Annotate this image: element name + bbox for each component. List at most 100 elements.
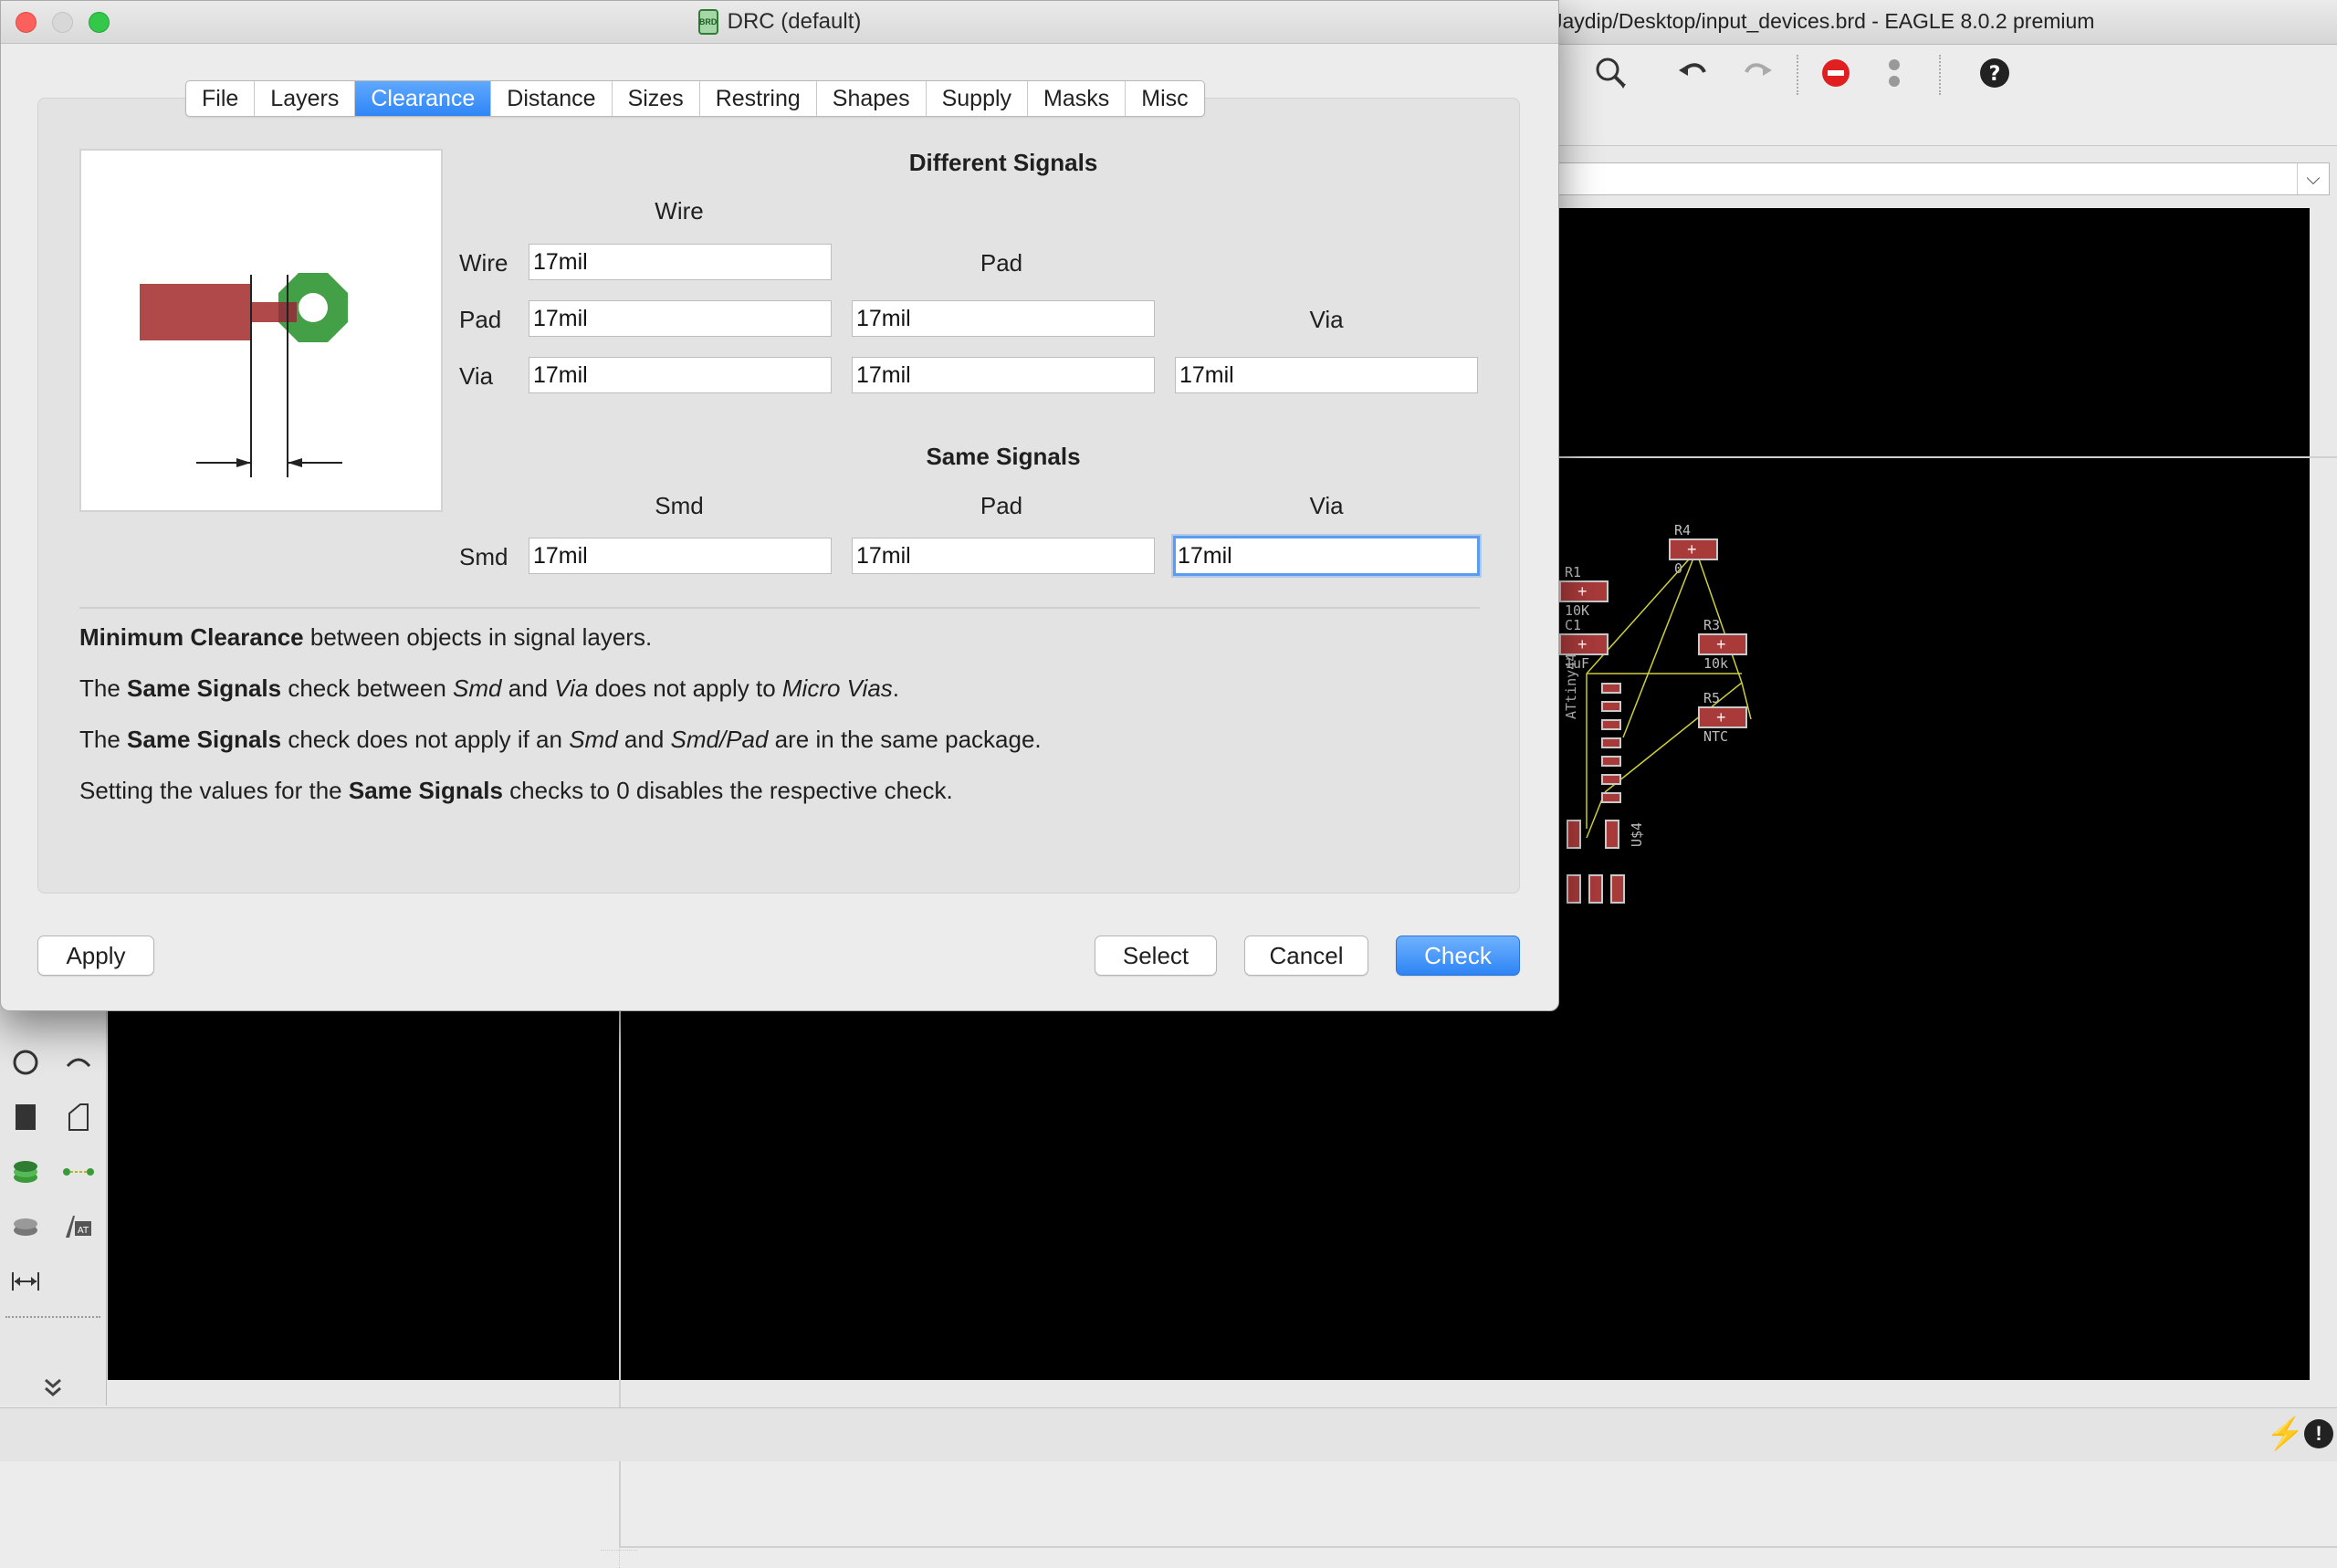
tab-supply[interactable]: Supply <box>927 81 1029 116</box>
attribute-tool-icon[interactable]: AT <box>58 1207 99 1247</box>
zoom-icon[interactable] <box>1588 55 1634 91</box>
part-value-label: 0 <box>1674 560 1683 577</box>
note-italic-text: Via <box>554 674 589 702</box>
header-pad[interactable] <box>1605 820 1619 849</box>
section-divider <box>79 607 1480 609</box>
column-header-pad: Pad <box>980 249 1023 277</box>
clearance-preview-image <box>79 149 443 512</box>
ic-name-label: ATtiny44 <box>1563 653 1579 719</box>
tab-restring[interactable]: Restring <box>700 81 817 116</box>
dimension-tool-icon[interactable] <box>5 1261 46 1301</box>
wire-wire-clearance-input[interactable] <box>529 244 832 280</box>
cancel-button[interactable]: Cancel <box>1244 936 1368 976</box>
part-name-label: R5 <box>1703 690 1721 706</box>
via-via-clearance-input[interactable] <box>1175 357 1478 393</box>
tab-clearance[interactable]: Clearance <box>355 81 492 116</box>
layers-gray-icon[interactable] <box>5 1207 46 1247</box>
circle-tool-icon[interactable] <box>5 1042 46 1082</box>
pad-pad-clearance-input[interactable] <box>852 300 1155 337</box>
select-button[interactable]: Select <box>1095 936 1217 976</box>
chevron-down-icon[interactable]: ⌵ <box>2297 163 2329 194</box>
help-icon[interactable]: ? <box>1972 55 2017 91</box>
main-window-title: Jaydip/Desktop/input_devices.brd - EAGLE… <box>1552 9 2095 33</box>
note-text: The <box>79 726 128 753</box>
check-button[interactable]: Check <box>1396 936 1520 976</box>
ic-pad[interactable] <box>1601 701 1621 712</box>
column-header-via: Via <box>1309 492 1344 519</box>
note-bold-text: Same Signals <box>127 674 282 702</box>
row-label-smd: Smd <box>459 543 508 570</box>
note-text: . <box>892 674 900 702</box>
expand-more-icon[interactable] <box>33 1367 73 1407</box>
status-bar: ⚡ ! <box>0 1407 2337 1461</box>
connector-name-label: U$4 <box>1629 821 1645 847</box>
ic-pad[interactable] <box>1601 719 1621 730</box>
via-wire-clearance-input[interactable] <box>529 357 832 393</box>
note-italic-text: Smd/Pad <box>670 726 769 753</box>
toolbar-separator <box>5 1316 100 1318</box>
row-label-via: Via <box>459 362 494 390</box>
tab-layers[interactable]: Layers <box>255 81 356 116</box>
note-text: between objects in signal layers. <box>303 623 653 651</box>
column-header-via: Via <box>1309 306 1344 333</box>
tab-distance[interactable]: Distance <box>491 81 613 116</box>
svg-text:AT: AT <box>78 1226 89 1236</box>
tab-masks[interactable]: Masks <box>1028 81 1127 116</box>
part-name-label: R3 <box>1703 617 1721 633</box>
header-pad[interactable] <box>1567 820 1581 849</box>
layers-green-icon[interactable] <box>5 1152 46 1192</box>
airwire-icon[interactable] <box>58 1152 99 1192</box>
arc-tool-icon[interactable] <box>58 1042 99 1082</box>
ic-pad[interactable] <box>1601 792 1621 803</box>
origin-cross: + <box>1687 540 1697 559</box>
redo-icon[interactable] <box>1734 55 1780 91</box>
note-text: are in the same package. <box>768 726 1042 753</box>
stop-icon[interactable] <box>1813 55 1859 91</box>
part-name-label: R4 <box>1674 522 1692 538</box>
undo-icon[interactable] <box>1671 55 1716 91</box>
lightning-icon[interactable]: ⚡ <box>2266 1416 2304 1452</box>
zoom-window-button[interactable] <box>89 12 110 33</box>
go-icon[interactable] <box>1871 55 1917 91</box>
tab-misc[interactable]: Misc <box>1126 81 1203 116</box>
ic-pad[interactable] <box>1601 683 1621 694</box>
tab-file[interactable]: File <box>186 81 256 116</box>
dialog-title: DRC (default) <box>727 9 862 34</box>
header-pad[interactable] <box>1588 874 1603 904</box>
minimize-window-button[interactable] <box>52 12 73 33</box>
part-value-label: 10k <box>1703 655 1729 672</box>
drc-dialog: BRD DRC (default) File Layers Clearance … <box>0 0 1559 1011</box>
tab-sizes[interactable]: Sizes <box>613 81 700 116</box>
origin-cross: + <box>1577 582 1588 601</box>
toolbar-separator <box>1797 55 1798 95</box>
command-line-input[interactable]: ⌵ <box>1552 162 2330 195</box>
rectangle-tool-icon[interactable] <box>5 1097 46 1137</box>
origin-cross: + <box>1577 635 1588 653</box>
header-pad[interactable] <box>1610 874 1625 904</box>
svg-text:?: ? <box>1989 63 2001 86</box>
apply-button[interactable]: Apply <box>37 936 154 976</box>
smd-via-clearance-input[interactable] <box>1173 536 1480 576</box>
smd-pad-clearance-input[interactable] <box>852 538 1155 574</box>
ic-pad[interactable] <box>1601 774 1621 785</box>
crosshair-cursor <box>619 1522 621 1568</box>
same-signals-heading: Same Signals <box>926 443 1081 470</box>
ic-pad[interactable] <box>1601 737 1621 748</box>
smd-smd-clearance-input[interactable] <box>529 538 832 574</box>
header-pad[interactable] <box>1567 874 1581 904</box>
row-label-wire: Wire <box>459 249 508 277</box>
ic-pad[interactable] <box>1601 756 1621 767</box>
via-pad-clearance-input[interactable] <box>852 357 1155 393</box>
tab-shapes[interactable]: Shapes <box>817 81 927 116</box>
note-text: check does not apply if an <box>281 726 570 753</box>
different-signals-heading: Different Signals <box>908 149 1098 176</box>
warning-icon[interactable]: ! <box>2304 1419 2333 1448</box>
close-window-button[interactable] <box>16 12 37 33</box>
dialog-title-wrap: BRD DRC (default) <box>1 1 1558 43</box>
dialog-titlebar[interactable]: BRD DRC (default) <box>1 1 1558 44</box>
clearance-diagram-icon <box>140 273 348 477</box>
pad-wire-clearance-input[interactable] <box>529 300 832 337</box>
note-text: and <box>617 726 671 753</box>
polygon-tool-icon[interactable] <box>58 1097 99 1137</box>
note-disable-check: Setting the values for the Same Signals … <box>79 777 953 805</box>
